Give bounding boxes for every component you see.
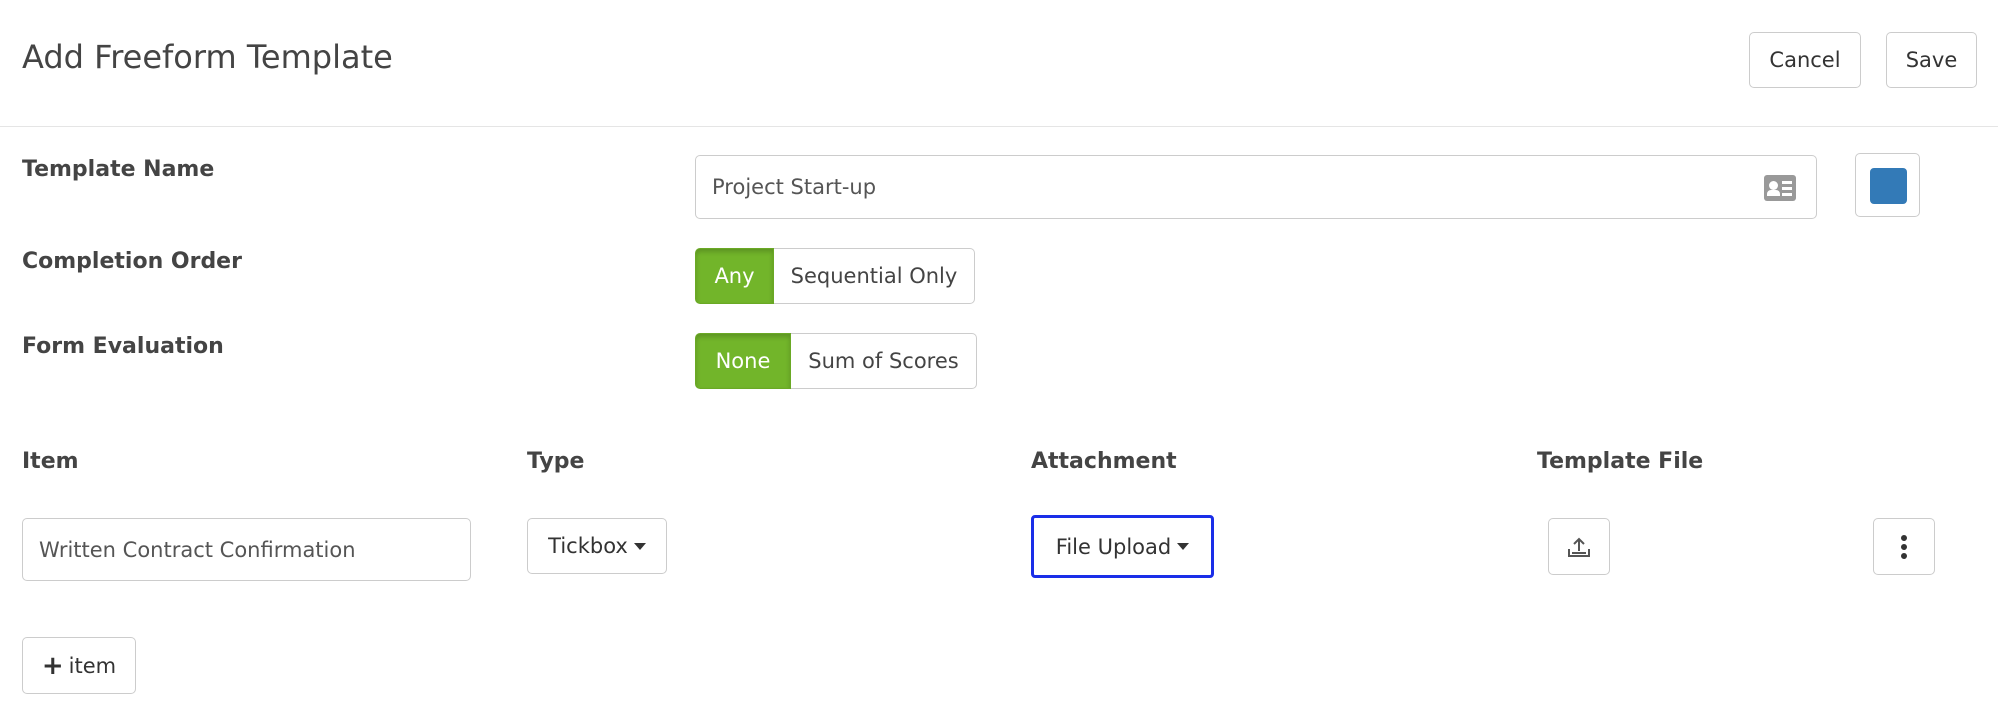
- template-name-input[interactable]: [696, 156, 1816, 218]
- form-evaluation-sum-option[interactable]: Sum of Scores: [791, 333, 977, 389]
- caret-down-icon: [633, 542, 646, 550]
- template-file-upload-button[interactable]: [1548, 518, 1610, 575]
- page-title: Add Freeform Template: [22, 38, 393, 76]
- upload-icon: [1568, 537, 1590, 557]
- form-evaluation-none-option[interactable]: None: [695, 333, 791, 389]
- type-dropdown-value: Tickbox: [548, 534, 628, 558]
- save-button[interactable]: Save: [1886, 32, 1977, 88]
- item-name-input[interactable]: [23, 519, 470, 580]
- page-header: Add Freeform Template Cancel Save: [0, 0, 1998, 127]
- cancel-button[interactable]: Cancel: [1749, 32, 1861, 88]
- column-header-item: Item: [22, 449, 79, 474]
- contact-card-icon[interactable]: [1764, 175, 1796, 201]
- completion-order-label: Completion Order: [22, 249, 242, 274]
- attachment-dropdown-value: File Upload: [1055, 534, 1172, 559]
- type-dropdown[interactable]: Tickbox: [527, 518, 667, 574]
- color-picker-button[interactable]: [1855, 153, 1920, 217]
- form-evaluation-label: Form Evaluation: [22, 334, 224, 359]
- add-item-label: item: [68, 653, 117, 678]
- form-evaluation-toggle: None Sum of Scores: [695, 333, 977, 389]
- template-name-field[interactable]: [695, 155, 1817, 219]
- row-more-options-button[interactable]: [1873, 518, 1935, 575]
- caret-down-icon: [1177, 543, 1190, 550]
- template-name-label: Template Name: [22, 157, 215, 182]
- column-header-type: Type: [527, 449, 585, 474]
- color-swatch: [1870, 168, 1907, 204]
- completion-order-any-option[interactable]: Any: [695, 248, 774, 304]
- vertical-ellipsis-icon: [1901, 534, 1907, 559]
- column-header-template-file: Template File: [1537, 449, 1704, 474]
- attachment-dropdown[interactable]: File Upload: [1031, 515, 1214, 578]
- item-name-field[interactable]: [22, 518, 471, 581]
- add-item-button[interactable]: + item: [22, 637, 136, 694]
- completion-order-toggle: Any Sequential Only: [695, 248, 975, 304]
- completion-order-sequential-option[interactable]: Sequential Only: [774, 248, 975, 304]
- plus-icon: +: [41, 650, 64, 681]
- column-header-attachment: Attachment: [1031, 449, 1177, 474]
